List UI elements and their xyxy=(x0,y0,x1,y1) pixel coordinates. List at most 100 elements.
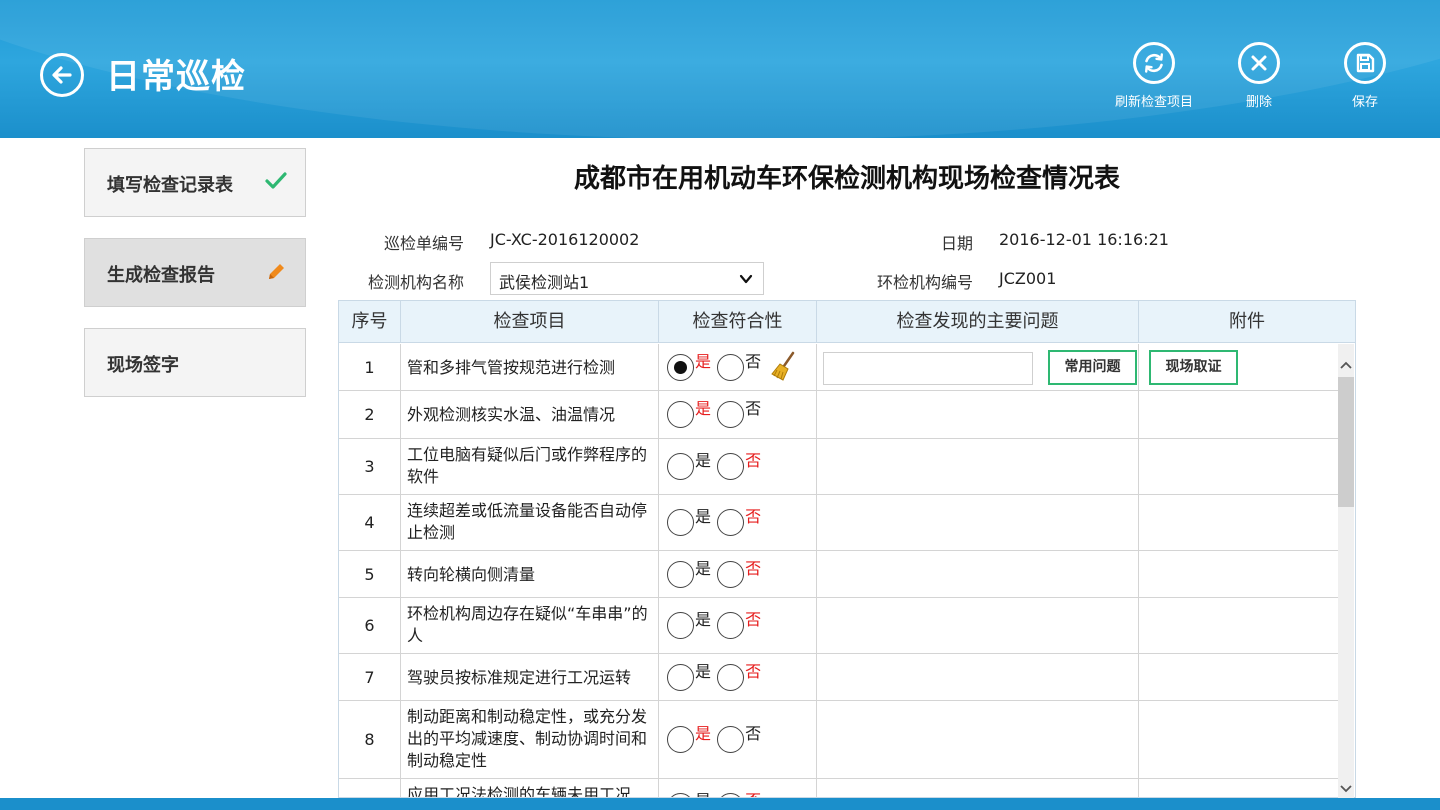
row-item-text: 制动距离和制动稳定性，或充分发出的平均减速度、制动协调时间和制动稳定性 xyxy=(407,707,648,770)
compliance-radio-group: 是 否 xyxy=(667,451,762,480)
col-header-compliance: 检查符合性 xyxy=(659,301,817,342)
table-header: 序号 检查项目 检查符合性 检查发现的主要问题 附件 xyxy=(339,301,1355,343)
scrollbar-thumb[interactable] xyxy=(1338,377,1354,507)
radio-no[interactable] xyxy=(717,726,745,753)
row-number: 5 xyxy=(339,551,401,597)
table-row: 4 连续超差或低流量设备能否自动停止检测 是 否 xyxy=(339,495,1339,551)
row-item-text: 环检机构周边存在疑似“车串串”的人 xyxy=(407,604,648,645)
row-number: 4 xyxy=(339,495,401,550)
radio-no[interactable] xyxy=(717,612,745,639)
radio-yes[interactable] xyxy=(667,561,694,588)
date-value: 2016-12-01 16:16:21 xyxy=(999,230,1169,249)
radio-no-label: 否 xyxy=(745,352,762,371)
sidebar-item-generate-report[interactable]: 生成检查报告 xyxy=(84,238,306,307)
refresh-items-button[interactable]: 刷新检查项目 xyxy=(1099,42,1209,110)
radio-no[interactable] xyxy=(717,453,745,480)
agency-code-label: 环检机构编号 xyxy=(876,273,973,292)
sidebar-item-onsite-signature[interactable]: 现场签字 xyxy=(84,328,306,397)
compliance-radio-group: 是 否 xyxy=(667,507,762,536)
radio-yes-label: 是 xyxy=(695,787,711,797)
radio-yes[interactable] xyxy=(667,509,694,536)
table-row: 2 外观检测核实水温、油温情况 是 否 xyxy=(339,391,1339,439)
row-number: 8 xyxy=(339,701,401,778)
chevron-down-icon xyxy=(739,271,753,290)
save-icon xyxy=(1356,53,1375,73)
col-header-issues: 检查发现的主要问题 xyxy=(817,301,1139,342)
row-item-text: 驾驶员按标准规定进行工况运转 xyxy=(407,668,632,687)
row-number xyxy=(339,779,401,797)
form-title: 成都市在用机动车环保检测机构现场检查情况表 xyxy=(573,164,1120,194)
radio-no[interactable] xyxy=(717,354,745,381)
compliance-radio-group: 是 否 xyxy=(667,559,762,588)
radio-yes[interactable] xyxy=(667,453,694,480)
table-row: 6 环检机构周边存在疑似“车串串”的人 是 否 xyxy=(339,598,1339,654)
radio-no[interactable] xyxy=(717,561,745,588)
radio-yes-label: 是 xyxy=(695,610,712,629)
radio-yes-label: 是 xyxy=(695,559,712,578)
radio-yes-label: 是 xyxy=(695,451,712,470)
row-number: 1 xyxy=(339,344,401,390)
date-label: 日期 xyxy=(940,234,973,253)
col-header-attachment: 附件 xyxy=(1229,311,1265,332)
radio-yes[interactable] xyxy=(667,726,694,753)
radio-no-label: 否 xyxy=(745,787,761,797)
save-button[interactable]: 保存 xyxy=(1310,42,1420,110)
col-header-no: 序号 xyxy=(339,301,401,342)
row-number: 2 xyxy=(339,391,401,438)
row-item-text: 转向轮横向侧清量 xyxy=(407,565,536,584)
radio-no-label: 否 xyxy=(745,507,762,526)
radio-no[interactable] xyxy=(717,509,745,536)
compliance-radio-group: 是 否 xyxy=(667,724,762,753)
row-item-text: 工位电脑有疑似后门或作弊程序的软件 xyxy=(407,445,648,486)
main-issue-input[interactable] xyxy=(823,352,1033,385)
pencil-icon xyxy=(265,261,287,287)
radio-no-label: 否 xyxy=(745,559,762,578)
compliance-radio-group: 是 否 xyxy=(667,610,762,639)
radio-yes[interactable] xyxy=(667,664,694,691)
close-icon xyxy=(1251,55,1267,71)
radio-yes[interactable] xyxy=(667,401,694,428)
table-row: 5 转向轮横向侧清量 是 否 xyxy=(339,551,1339,598)
clear-broom-icon[interactable] xyxy=(771,351,797,385)
radio-no-label: 否 xyxy=(745,399,762,418)
agency-label: 检测机构名称 xyxy=(367,273,464,292)
refresh-icon xyxy=(1145,53,1163,73)
table-row: 1 管和多排气管按规范进行检测 是 否 常用问题 现场取证 xyxy=(339,344,1339,391)
sidebar-item-fill-record[interactable]: 填写检查记录表 xyxy=(84,148,306,217)
back-arrow-icon xyxy=(52,66,72,84)
row-item-text: 应用工况法检测的车辆未用工况 xyxy=(407,785,632,798)
onsite-evidence-button[interactable]: 现场取证 xyxy=(1149,350,1238,385)
common-issues-button[interactable]: 常用问题 xyxy=(1048,350,1137,385)
agency-select-value: 武侯检测站1 xyxy=(499,273,590,292)
radio-yes[interactable] xyxy=(667,354,694,381)
row-number: 7 xyxy=(339,654,401,700)
radio-no[interactable] xyxy=(717,664,745,691)
back-button[interactable] xyxy=(40,53,84,97)
radio-no-label: 否 xyxy=(745,451,762,470)
radio-yes[interactable] xyxy=(667,612,694,639)
delete-button[interactable]: 删除 xyxy=(1204,42,1314,110)
inspection-no-value: JC-XC-2016120002 xyxy=(490,230,640,249)
row-number: 6 xyxy=(339,598,401,653)
agency-select[interactable]: 武侯检测站1 xyxy=(490,262,764,295)
scroll-up-icon[interactable] xyxy=(1338,358,1354,374)
scroll-down-icon[interactable] xyxy=(1338,780,1354,796)
radio-yes-label: 是 xyxy=(695,352,712,371)
radio-no-label: 否 xyxy=(745,610,762,629)
row-item-text: 外观检测核实水温、油温情况 xyxy=(407,405,616,424)
radio-no-label: 否 xyxy=(745,724,762,743)
row-number: 3 xyxy=(339,439,401,494)
compliance-radio-group: 是 否 xyxy=(667,662,762,691)
save-label: 保存 xyxy=(1351,95,1378,110)
app-header: 日常巡检 刷新检查项目 删除 保存 xyxy=(0,0,1440,138)
table-row: 3 工位电脑有疑似后门或作弊程序的软件 是 否 xyxy=(339,439,1339,495)
row-item-text: 连续超差或低流量设备能否自动停止检测 xyxy=(407,501,648,542)
sidebar-item-label: 生成检查报告 xyxy=(107,265,215,286)
table-row: 8 制动距离和制动稳定性，或充分发出的平均减速度、制动协调时间和制动稳定性 是 … xyxy=(339,701,1339,779)
checkmark-icon xyxy=(265,171,287,195)
radio-no[interactable] xyxy=(717,401,745,428)
radio-yes-label: 是 xyxy=(695,724,712,743)
col-header-item: 检查项目 xyxy=(401,301,659,342)
radio-yes-label: 是 xyxy=(695,399,712,418)
sidebar-item-label: 现场签字 xyxy=(107,355,179,376)
